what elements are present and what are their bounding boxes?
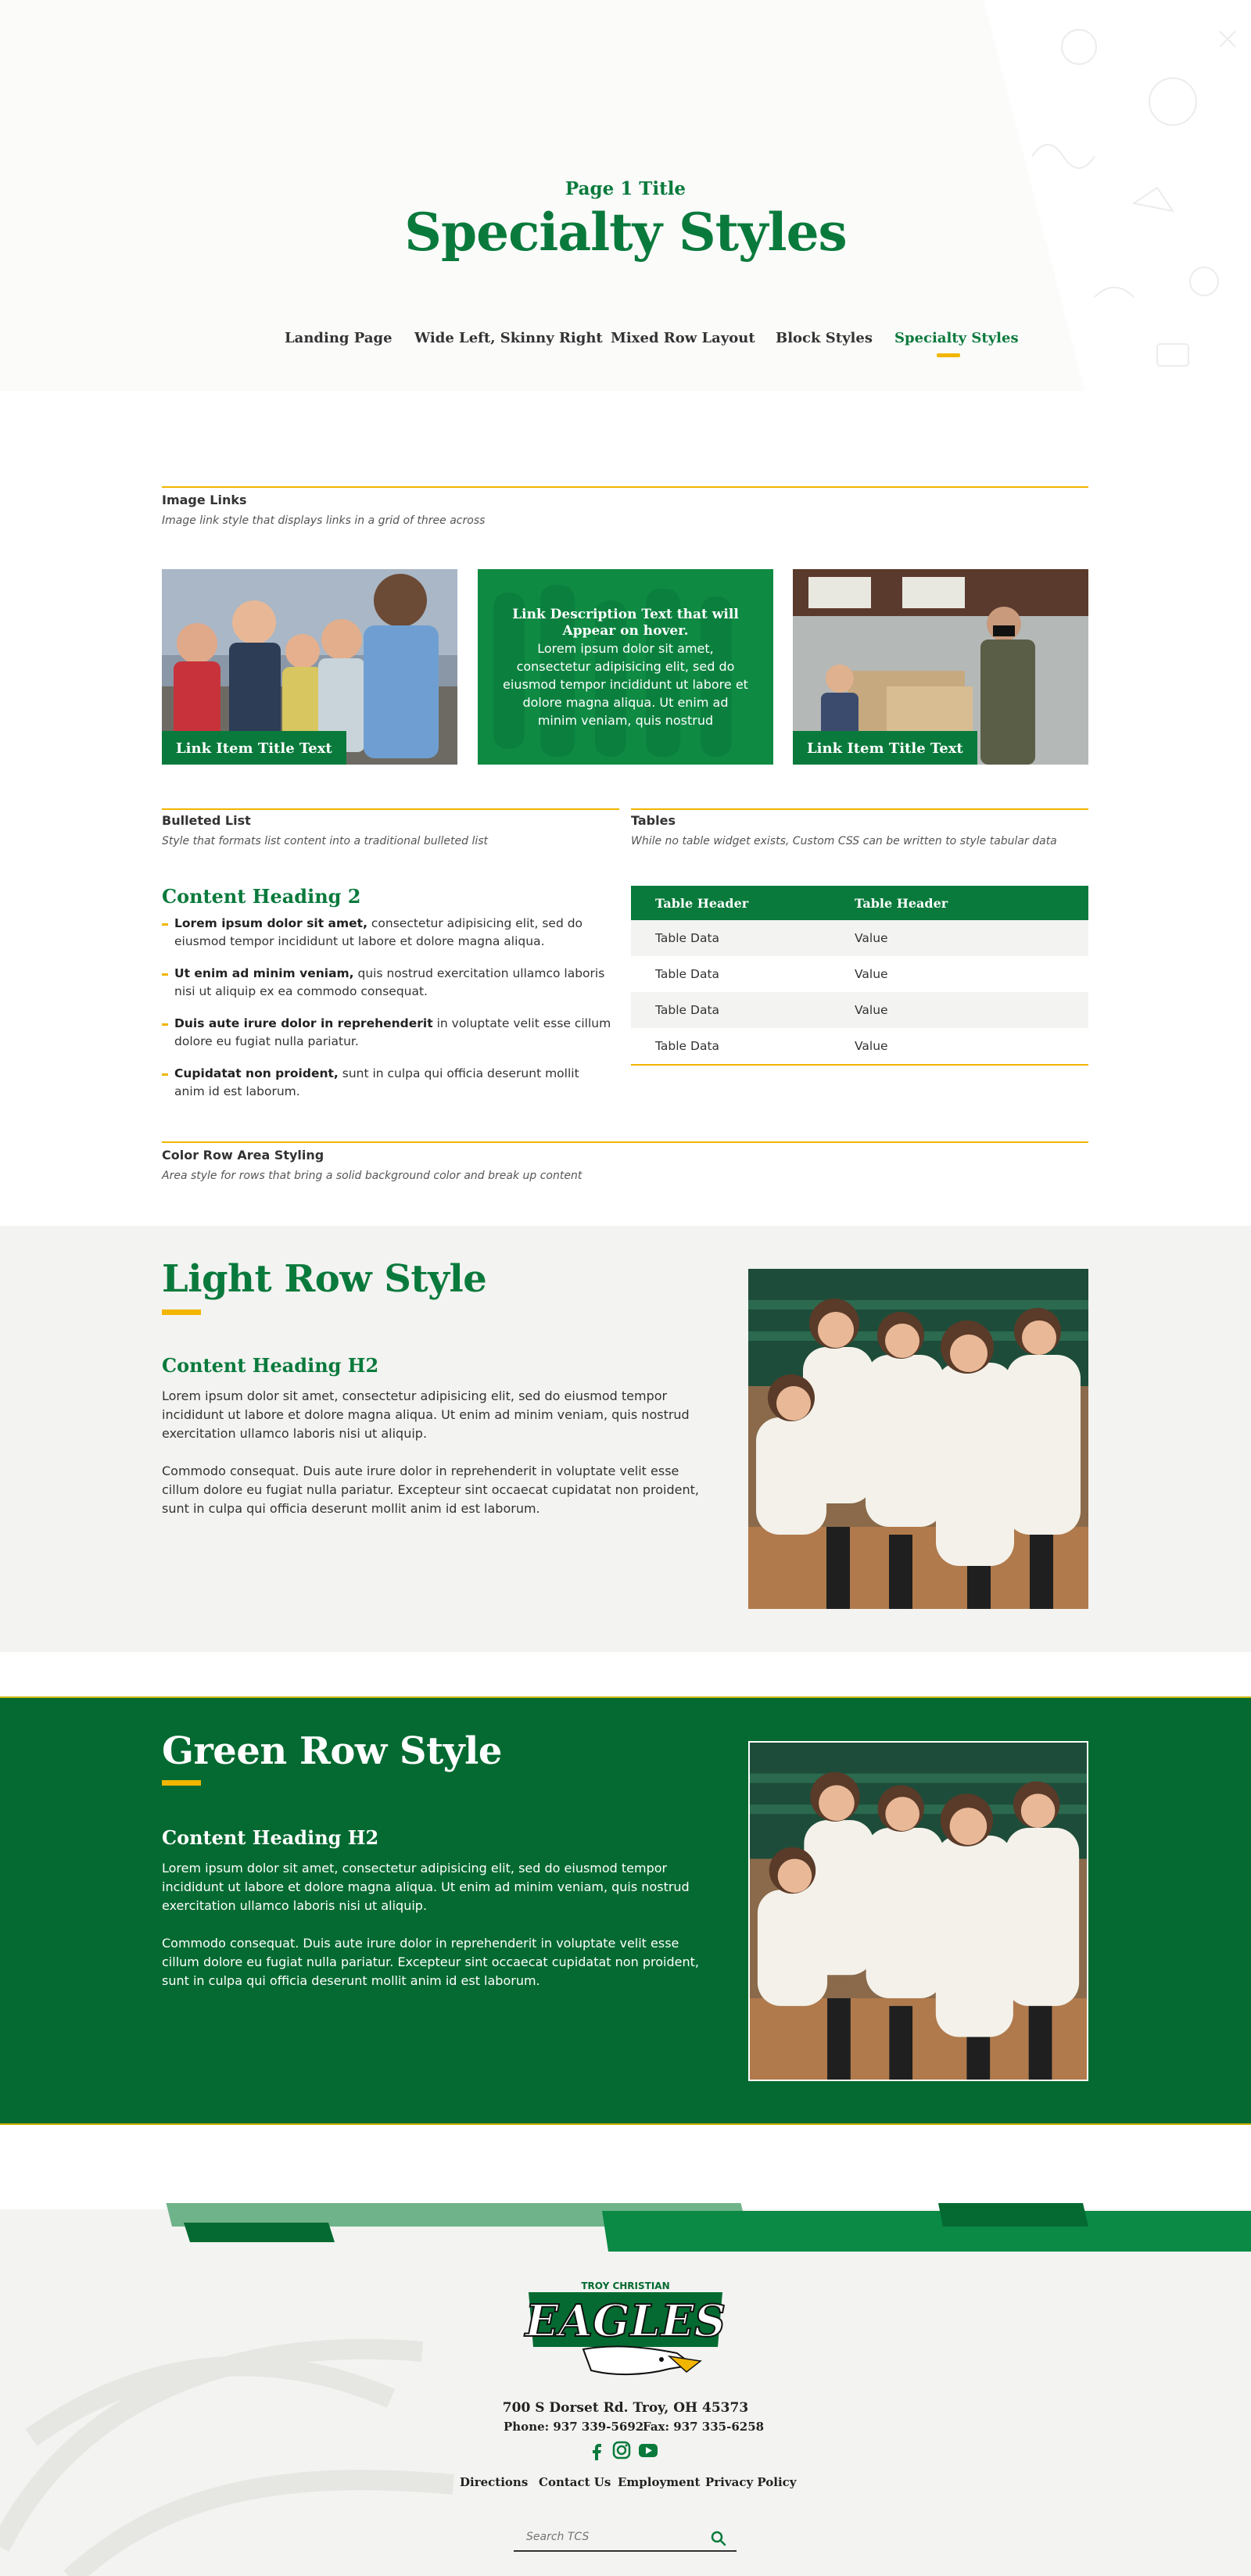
- table-header-row: Table Header Table Header: [631, 886, 1088, 920]
- section-divider: [631, 808, 1088, 810]
- row-title: Light Row Style: [162, 1257, 487, 1301]
- bulleted-list: Lorem ipsum dolor sit amet, consectetur …: [162, 915, 611, 1115]
- section-divider: [162, 486, 1088, 488]
- team-photo: [748, 1269, 1088, 1609]
- table-body: Table Data Value Table Data Value Table Da…: [631, 920, 1088, 1064]
- footer-spacer: [0, 2125, 1251, 2203]
- page-title: Specialty Styles: [404, 202, 847, 263]
- nav-item-specialty-styles[interactable]: Specialty Styles: [894, 330, 1019, 346]
- youtube-icon[interactable]: [638, 2440, 658, 2460]
- green-row-section: Green Row Style Content Heading H2 Lorem…: [0, 1696, 1251, 2125]
- table-row: Table Data Value: [631, 1028, 1088, 1064]
- paragraph: Lorem ipsum dolor sit amet, consectetur …: [162, 1861, 690, 1913]
- nav-item-landing-page[interactable]: Landing Page: [285, 330, 393, 346]
- title-underline: [162, 1780, 201, 1786]
- nav-item-mixed-row-layout[interactable]: Mixed Row Layout: [611, 330, 755, 346]
- tile-caption: Link Item Title Text: [162, 731, 346, 765]
- paragraph: Lorem ipsum dolor sit amet, consectetur …: [162, 1388, 690, 1441]
- section-description: While no table widget exists, Custom CSS…: [631, 835, 1057, 847]
- footer-link-directions[interactable]: Directions: [460, 2475, 528, 2489]
- facebook-icon[interactable]: [587, 2440, 608, 2460]
- search-icon[interactable]: [710, 2530, 727, 2547]
- page-header: Page 1 Title Specialty Styles Landing Pa…: [0, 0, 1251, 391]
- data-table: Table Header Table Header Table Data Valu…: [631, 886, 1088, 1066]
- image-link-tile-1[interactable]: Link Item Title Text: [162, 569, 457, 765]
- content-heading: Content Heading 2: [162, 885, 361, 908]
- section-label-bulleted-list: Bulleted List: [162, 813, 251, 828]
- image-link-tile-2-hover[interactable]: Link Description Text that will Appear o…: [478, 569, 773, 765]
- section-label-image-links: Image Links: [162, 493, 247, 507]
- nav-active-indicator: [937, 353, 960, 357]
- footer-link-contact-us[interactable]: Contact Us: [539, 2475, 611, 2489]
- content-heading: Content Heading H2: [162, 1354, 379, 1377]
- svg-text:EAGLES: EAGLES: [524, 2295, 726, 2347]
- tile-hover-title: Link Description Text that will Appear o…: [512, 607, 739, 639]
- table-header-cell: Table Header: [855, 895, 948, 911]
- nav-item-wide-left-skinny-right[interactable]: Wide Left, Skinny Right: [414, 330, 603, 346]
- row-title: Green Row Style: [162, 1729, 502, 1773]
- list-item: Lorem ipsum dolor sit amet, consectetur …: [162, 915, 611, 951]
- section-description: Area style for rows that bring a solid b…: [162, 1170, 582, 1182]
- image-link-tile-3[interactable]: Link Item Title Text: [793, 569, 1088, 765]
- footer-address: 700 S Dorset Rd. Troy, OH 45373: [502, 2400, 749, 2416]
- page-subtitle: Page 1 Title: [565, 178, 686, 199]
- instagram-icon[interactable]: [611, 2440, 632, 2460]
- footer-fax: Fax: 937 335-6258: [643, 2420, 765, 2434]
- sub-navigation: Landing Page Wide Left, Skinny Right Mix…: [0, 330, 1251, 361]
- footer-link-privacy-policy[interactable]: Privacy Policy: [705, 2475, 797, 2489]
- tile-hover-description: Lorem ipsum dolor sit amet, consectetur …: [503, 641, 748, 728]
- tile-caption: Link Item Title Text: [793, 731, 977, 765]
- paragraph: Commodo consequat. Duis aute irure dolor…: [162, 1936, 699, 1988]
- section-label-color-rows: Color Row Area Styling: [162, 1148, 324, 1163]
- svg-text:TROY CHRISTIAN: TROY CHRISTIAN: [581, 2280, 669, 2291]
- team-photo-image: [748, 1269, 1088, 1609]
- nav-item-block-styles[interactable]: Block Styles: [776, 330, 873, 346]
- list-item: Cupidatat non proident, sunt in culpa qu…: [162, 1065, 611, 1101]
- footer-search-input[interactable]: [514, 2524, 737, 2552]
- table-header-cell: Table Header: [655, 895, 749, 911]
- section-description: Image link style that displays links in …: [162, 514, 486, 527]
- title-underline: [162, 1309, 201, 1315]
- team-photo: [748, 1741, 1088, 2081]
- footer-link-employment[interactable]: Employment: [618, 2475, 700, 2489]
- section-label-tables: Tables: [631, 813, 676, 828]
- table-row: Table Data Value: [631, 920, 1088, 956]
- table-row: Table Data Value: [631, 956, 1088, 992]
- eagles-logo: TROY CHRISTIAN EAGLES: [523, 2280, 726, 2376]
- light-row-section: Light Row Style Content Heading H2 Lorem…: [0, 1226, 1251, 1652]
- site-footer: TROY CHRISTIAN EAGLES 700 S Dorset Rd. T…: [0, 2203, 1251, 2576]
- section-divider: [162, 808, 619, 810]
- section-description: Style that formats list content into a t…: [162, 835, 489, 847]
- paragraph: Commodo consequat. Duis aute irure dolor…: [162, 1464, 699, 1516]
- table-row: Table Data Value: [631, 992, 1088, 1028]
- content-heading: Content Heading H2: [162, 1826, 379, 1849]
- list-item: Ut enim ad minim veniam, quis nostrud ex…: [162, 965, 611, 1001]
- footer-phone: Phone: 937 339-5692: [504, 2420, 644, 2434]
- section-divider: [162, 1141, 1088, 1143]
- team-photo-image: [750, 1743, 1087, 2080]
- list-item: Duis aute irure dolor in reprehenderit i…: [162, 1015, 611, 1051]
